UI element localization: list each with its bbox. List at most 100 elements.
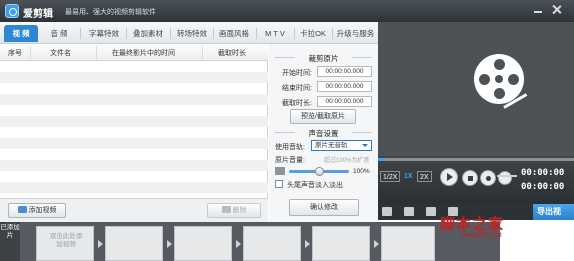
table-row[interactable] xyxy=(0,94,268,105)
column-header-filename[interactable]: 文件名 xyxy=(50,48,71,58)
watermark-url: www.jb51.net xyxy=(460,232,502,239)
tab-picture-style[interactable]: 画面风格 xyxy=(214,25,254,42)
current-timecode: 00:00:00 xyxy=(521,168,565,178)
tab-subtitle-effects[interactable]: 字幕特效 xyxy=(84,25,124,42)
duration-field[interactable]: 00:00:00.000 xyxy=(317,96,372,107)
timeline-placeholder-clip[interactable]: 双击此处添加视频 xyxy=(36,226,94,261)
fade-label: 头尾声音淡入淡出 xyxy=(287,182,343,189)
clip-settings-panel: 裁剪原片 开始时间: 00:00:00.000 结束时间: 00:00:00.0… xyxy=(269,44,378,222)
table-row[interactable] xyxy=(0,127,268,138)
speaker-icon xyxy=(275,167,285,175)
tab-divider xyxy=(256,28,257,39)
table-row[interactable] xyxy=(0,182,268,193)
save-icon[interactable] xyxy=(426,207,436,216)
added-clips-label: 已添加片 xyxy=(0,222,20,261)
start-time-label: 开始时间: xyxy=(282,70,312,77)
film-reel-icon xyxy=(474,54,524,104)
table-row[interactable] xyxy=(0,116,268,127)
section-rule xyxy=(352,132,372,133)
clip-section-title: 裁剪原片 xyxy=(308,54,339,63)
stop-icon xyxy=(468,176,473,181)
tab-transition-effects[interactable]: 转场特效 xyxy=(172,25,212,42)
player-volume-bar[interactable] xyxy=(497,175,517,177)
info-panel xyxy=(500,222,574,261)
export-video-button[interactable]: 导出视 xyxy=(533,204,574,220)
speed-normal[interactable]: 1X xyxy=(402,171,415,182)
column-header-timeline-time[interactable]: 在最终影片中的时间 xyxy=(112,48,175,58)
delete-label: 删除 xyxy=(232,207,247,214)
close-icon[interactable] xyxy=(552,5,562,14)
tab-upgrade-service[interactable]: 升级与服务 xyxy=(333,25,378,42)
fade-checkbox[interactable] xyxy=(275,180,283,188)
table-row[interactable] xyxy=(0,149,268,160)
timeline-empty-slot[interactable] xyxy=(381,226,435,261)
section-rule xyxy=(352,57,372,58)
preview-clip-button[interactable]: 预览/截取原片 xyxy=(290,109,356,124)
confirm-button[interactable]: 确认修改 xyxy=(289,199,359,216)
film-icon xyxy=(17,206,27,213)
timeline-empty-slot[interactable] xyxy=(243,226,301,261)
seek-bar[interactable] xyxy=(378,158,574,161)
table-header: 序号 文件名 在最终影片中的时间 截取时长 xyxy=(0,44,268,61)
speed-double[interactable]: 2X xyxy=(417,171,432,182)
app-title: 爱剪辑 xyxy=(23,9,53,20)
end-time-label: 结束时间: xyxy=(282,85,312,92)
tab-video[interactable]: 视 频 xyxy=(4,25,38,42)
app-subtitle: 最易用、强大的视频剪辑软件 xyxy=(65,9,156,16)
timeline-empty-slot[interactable] xyxy=(312,226,370,261)
track-label: 使用音轨: xyxy=(275,144,305,151)
volume-hint: 超过100%为扩音 xyxy=(324,158,370,164)
stop-button[interactable] xyxy=(462,170,478,186)
tab-bar: 视 频 音 频 字幕特效 叠加素材 转场特效 画面风格 M T V 卡拉OK 升… xyxy=(0,22,378,44)
screen-icon[interactable] xyxy=(382,207,392,216)
watermark-text: 脚本之家 xyxy=(440,215,505,233)
play-button[interactable] xyxy=(440,168,458,186)
tab-divider xyxy=(126,28,127,39)
tab-divider xyxy=(80,28,81,39)
reel-hole xyxy=(494,88,505,99)
video-preview[interactable] xyxy=(378,22,574,156)
table-row[interactable] xyxy=(0,138,268,149)
tab-divider xyxy=(170,28,171,39)
delete-button[interactable]: 删除 xyxy=(207,203,261,218)
play-icon xyxy=(447,173,453,181)
prev-frame-button[interactable] xyxy=(480,170,496,186)
reel-hole xyxy=(508,74,519,85)
table-row[interactable] xyxy=(0,61,268,72)
tab-karaoke[interactable]: 卡拉OK xyxy=(296,25,330,42)
column-divider xyxy=(202,46,203,59)
arrow-right-icon xyxy=(236,240,241,248)
record-icon xyxy=(486,176,491,181)
table-row[interactable] xyxy=(0,105,268,116)
add-video-label: 添加视频 xyxy=(28,207,57,214)
arrow-right-icon xyxy=(167,240,172,248)
video-list-panel: 序号 文件名 在最终影片中的时间 截取时长 添加视频 删除 xyxy=(0,44,268,222)
snapshot-button[interactable] xyxy=(498,171,512,185)
volume-label: 原片音量: xyxy=(275,157,305,164)
table-row[interactable] xyxy=(0,72,268,83)
tab-mtv[interactable]: M T V xyxy=(258,25,292,42)
table-row[interactable] xyxy=(0,83,268,94)
folder-icon[interactable] xyxy=(404,207,414,216)
placeholder-text: 双击此处添加视频 xyxy=(49,233,83,248)
table-row[interactable] xyxy=(0,160,268,171)
start-time-field[interactable]: 00:00:00.000 xyxy=(317,66,372,77)
table-row[interactable] xyxy=(0,171,268,182)
column-header-index[interactable]: 序号 xyxy=(8,48,22,58)
minimize-icon[interactable] xyxy=(533,5,543,14)
timeline-empty-slot[interactable] xyxy=(105,226,163,261)
end-time-field[interactable]: 00:00:00.000 xyxy=(317,81,372,92)
volume-slider-thumb[interactable] xyxy=(315,167,324,176)
arrow-right-icon xyxy=(305,240,310,248)
tab-audio[interactable]: 音 频 xyxy=(44,25,74,42)
audio-section-title: 声音设置 xyxy=(308,129,339,138)
total-timecode: 00:00:00 xyxy=(521,182,565,192)
add-video-button[interactable]: 添加视频 xyxy=(8,203,66,218)
tab-overlay-material[interactable]: 叠加素材 xyxy=(128,25,168,42)
column-divider xyxy=(96,46,97,59)
reel-hole xyxy=(479,74,490,85)
column-header-duration[interactable]: 截取时长 xyxy=(218,48,246,58)
audio-track-select[interactable]: 原片无音轨 xyxy=(311,140,372,151)
speed-half[interactable]: 1/2X xyxy=(380,171,401,182)
timeline-empty-slot[interactable] xyxy=(174,226,232,261)
